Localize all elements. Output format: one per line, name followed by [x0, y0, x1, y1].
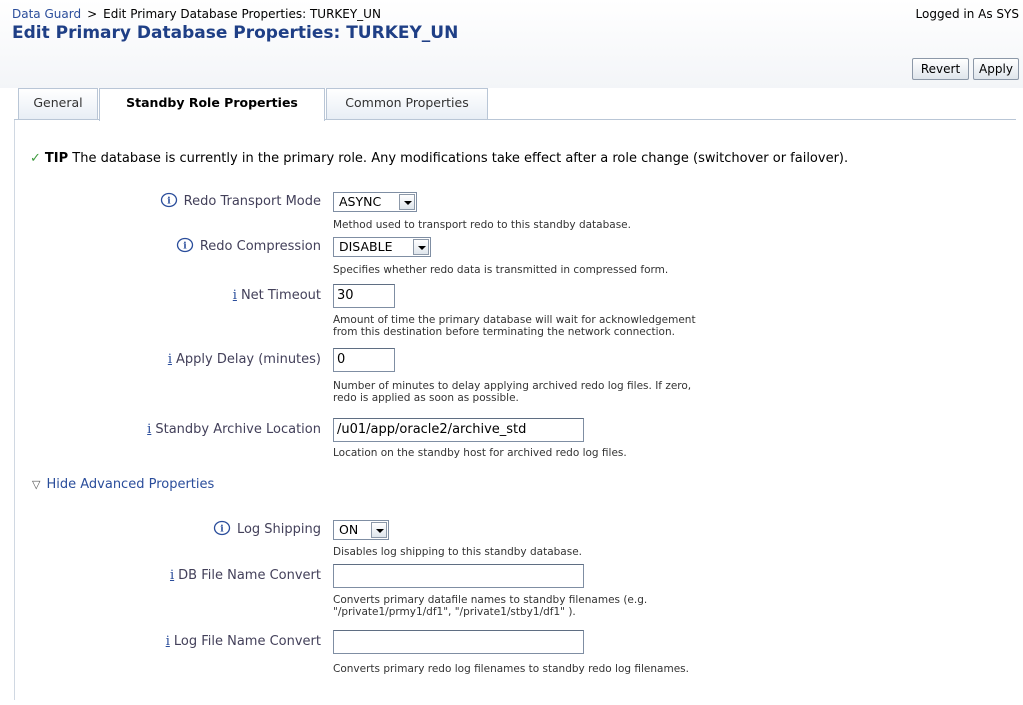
select-value: ASYNC: [339, 194, 382, 209]
breadcrumb-separator: >: [87, 7, 98, 21]
svg-text:i: i: [220, 525, 224, 535]
log-shipping-label: i Log Shipping: [213, 520, 321, 537]
tip-message: ✓ TIP The database is currently in the pr…: [30, 151, 848, 166]
info-link-icon[interactable]: i: [170, 568, 174, 583]
svg-text:i: i: [167, 197, 171, 207]
check-icon: ✓: [30, 151, 41, 166]
apply-delay-label: i Apply Delay (minutes): [168, 352, 321, 367]
label-text: Standby Archive Location: [155, 422, 321, 437]
db-file-name-convert-input[interactable]: [333, 564, 584, 588]
redo-compression-label: i Redo Compression: [176, 237, 321, 254]
toggle-label: Hide Advanced Properties: [46, 477, 215, 492]
redo-transport-mode-select[interactable]: ASYNC: [333, 192, 417, 212]
label-text: Net Timeout: [240, 288, 321, 303]
info-link-icon[interactable]: i: [168, 352, 172, 367]
info-link-icon[interactable]: i: [147, 422, 151, 437]
label-text: DB File Name Convert: [178, 568, 321, 583]
log-file-name-convert-label: i Log File Name Convert: [166, 634, 321, 649]
label-text: Redo Transport Mode: [183, 194, 321, 209]
apply-delay-help-line-2: redo is applied as soon as possible.: [333, 392, 519, 404]
net-timeout-help-line-2: from this destination before terminating…: [333, 326, 675, 338]
breadcrumb: Data Guard > Edit Primary Database Propert…: [12, 7, 381, 21]
tab-bar: General Standby Role Properties Common P…: [0, 88, 1023, 121]
info-icon[interactable]: i: [176, 237, 194, 253]
tip-label: TIP: [44, 151, 69, 166]
tab-general[interactable]: General: [18, 88, 98, 119]
breadcrumb-current: Edit Primary Database Properties: TURKEY…: [103, 7, 381, 21]
tab-standby-role-properties[interactable]: Standby Role Properties: [99, 88, 325, 121]
redo-transport-mode-label: i Redo Transport Mode: [160, 192, 321, 209]
redo-transport-mode-help: Method used to transport redo to this st…: [333, 219, 631, 231]
user-status: Logged in As SYS: [915, 7, 1019, 21]
net-timeout-input[interactable]: 30: [333, 284, 395, 308]
label-text: Log Shipping: [236, 522, 321, 537]
apply-button[interactable]: Apply: [973, 58, 1019, 80]
svg-text:i: i: [183, 242, 187, 252]
chevron-down-icon[interactable]: [371, 522, 387, 538]
standby-archive-location-label: i Standby Archive Location: [147, 422, 321, 437]
log-file-name-convert-input[interactable]: [333, 630, 584, 654]
tip-text: The database is currently in the primary…: [72, 151, 849, 166]
triangle-down-icon: ▽: [32, 478, 41, 491]
db-file-name-convert-label: i DB File Name Convert: [170, 568, 321, 583]
select-value: DISABLE: [339, 239, 393, 254]
standby-archive-location-input[interactable]: /u01/app/oracle2/archive_std: [333, 418, 584, 442]
info-link-icon[interactable]: i: [233, 288, 237, 303]
tab-common-properties[interactable]: Common Properties: [326, 88, 488, 119]
redo-compression-select[interactable]: DISABLE: [333, 237, 431, 257]
info-icon[interactable]: i: [160, 192, 178, 208]
chevron-down-icon[interactable]: [399, 194, 415, 210]
label-text: Log File Name Convert: [173, 634, 321, 649]
apply-delay-input[interactable]: 0: [333, 348, 395, 372]
chevron-down-icon[interactable]: [413, 239, 429, 255]
hide-advanced-properties-toggle[interactable]: ▽ Hide Advanced Properties: [32, 477, 214, 492]
db-file-name-convert-help-line-1: Converts primary datafile names to stand…: [333, 594, 648, 606]
standby-archive-location-help: Location on the standby host for archive…: [333, 447, 627, 459]
log-shipping-select[interactable]: ON: [333, 520, 389, 540]
revert-button[interactable]: Revert: [912, 58, 969, 80]
redo-compression-help: Specifies whether redo data is transmitt…: [333, 264, 669, 276]
net-timeout-help-line-1: Amount of time the primary database will…: [333, 314, 696, 326]
db-file-name-convert-help-line-2: "/private1/prmy1/df1", "/private1/stby1/…: [333, 606, 576, 618]
label-text: Redo Compression: [199, 239, 321, 254]
label-text: Apply Delay (minutes): [175, 352, 321, 367]
page-title: Edit Primary Database Properties: TURKEY…: [12, 23, 459, 43]
log-shipping-help: Disables log shipping to this standby da…: [333, 546, 583, 558]
info-icon[interactable]: i: [213, 520, 231, 536]
net-timeout-label: i Net Timeout: [233, 288, 321, 303]
log-file-name-convert-help: Converts primary redo log filenames to s…: [333, 663, 689, 675]
info-link-icon[interactable]: i: [166, 634, 170, 649]
breadcrumb-data-guard-link[interactable]: Data Guard: [12, 7, 81, 21]
select-value: ON: [339, 522, 359, 537]
apply-delay-help-line-1: Number of minutes to delay applying arch…: [333, 380, 692, 392]
